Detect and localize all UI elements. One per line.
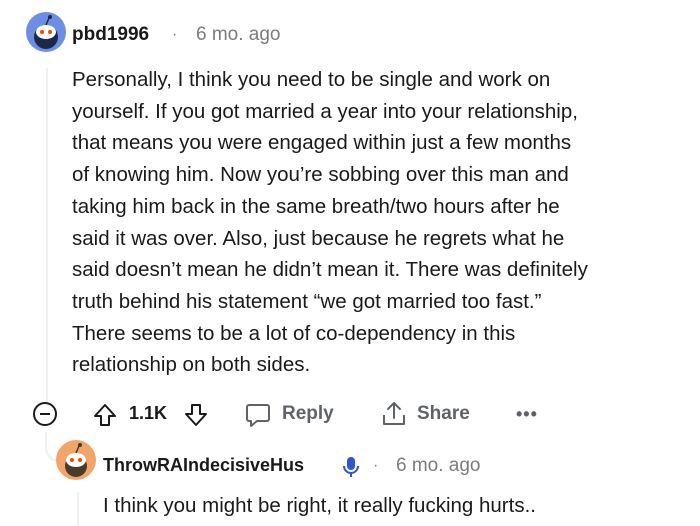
reply-timestamp: 6 mo. ago <box>396 455 481 476</box>
separator-dot: · <box>172 26 178 43</box>
comment-line: relationship on both sides. <box>72 353 311 377</box>
comment-action-bar: 1.1K Reply Share ••• <box>0 398 700 434</box>
downvote-button[interactable] <box>183 402 209 428</box>
share-label[interactable]: Share <box>417 403 470 425</box>
comment-line: that means you were engaged within just … <box>72 131 572 155</box>
comment-line: There seems to be a lot of co-dependency… <box>72 321 516 345</box>
snoo-avatar-icon <box>34 15 58 49</box>
reply-thread-line[interactable] <box>77 492 79 526</box>
comment-body: Personally, I think you need to be singl… <box>72 64 684 381</box>
minus-icon <box>40 413 50 415</box>
comment-line: Personally, I think you need to be singl… <box>72 68 551 91</box>
collapse-button[interactable] <box>33 402 57 426</box>
reply-label[interactable]: Reply <box>282 403 334 425</box>
thread-line[interactable] <box>46 68 48 406</box>
comment-username[interactable]: pbd1996 <box>72 24 149 46</box>
op-mic-icon <box>340 455 362 484</box>
snoo-avatar-icon <box>65 443 87 477</box>
user-avatar[interactable] <box>26 12 66 52</box>
comment-line: taking him back in the same breath/two h… <box>72 194 560 218</box>
reply-username[interactable]: ThrowRAIndecisiveHus <box>103 455 304 476</box>
upvote-button[interactable] <box>92 402 118 428</box>
more-options-button[interactable]: ••• <box>516 404 538 425</box>
share-button[interactable] <box>380 400 408 428</box>
reply-button[interactable] <box>244 401 272 429</box>
comment-timestamp: 6 mo. ago <box>196 24 281 45</box>
comment-line: yourself. If you got married a year into… <box>72 99 578 123</box>
comment-line: truth behind his statement “we got marri… <box>72 289 542 313</box>
comment-line: of knowing him. Now you’re sobbing over … <box>72 163 569 187</box>
downvote-arrow-icon <box>185 404 207 426</box>
reply-body: I think you might be right, it really fu… <box>103 494 536 517</box>
vote-score: 1.1K <box>129 403 168 423</box>
reply-user-avatar[interactable] <box>56 440 96 480</box>
separator-dot: · <box>373 457 379 474</box>
share-upload-icon <box>383 402 405 425</box>
comment-line: said doesn’t mean he didn’t mean it. The… <box>72 258 588 282</box>
upvote-arrow-icon <box>94 404 116 426</box>
comment-line: said it was over. Also, just because he … <box>72 226 565 250</box>
speech-bubble-icon <box>246 404 270 427</box>
